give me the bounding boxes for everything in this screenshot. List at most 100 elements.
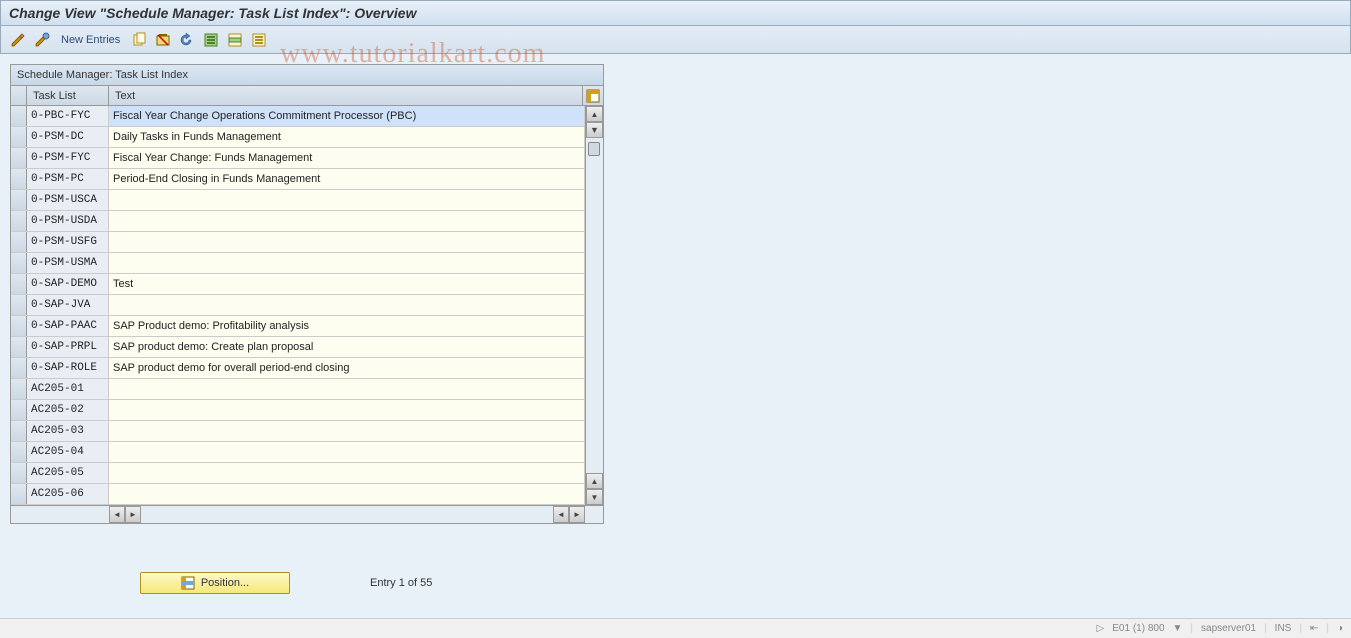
row-selector[interactable] [11, 253, 27, 273]
select-block-icon[interactable] [226, 31, 244, 49]
cell-text[interactable]: Period-End Closing in Funds Management [109, 169, 585, 189]
undo-change-icon[interactable] [178, 31, 196, 49]
row-selector[interactable] [11, 484, 27, 504]
column-header-tasklist[interactable]: Task List [27, 86, 109, 105]
row-selector[interactable] [11, 106, 27, 126]
cell-text[interactable]: Daily Tasks in Funds Management [109, 127, 585, 147]
row-selector[interactable] [11, 463, 27, 483]
cell-tasklist[interactable]: 0-PSM-USCA [27, 190, 109, 210]
cell-tasklist[interactable]: 0-SAP-DEMO [27, 274, 109, 294]
cell-text[interactable] [109, 211, 585, 231]
cell-tasklist[interactable]: 0-PSM-USFG [27, 232, 109, 252]
table-row: 0-SAP-PRPLSAP product demo: Create plan … [11, 337, 585, 358]
table-row: AC205-05 [11, 463, 585, 484]
delete-icon[interactable] [154, 31, 172, 49]
scroll-thumb[interactable] [588, 142, 600, 156]
status-bar: ▷ E01 (1) 800 ▼ | sapserver01 | INS | ⇤ … [0, 618, 1351, 638]
scroll-page-up-icon[interactable]: ▼ [586, 122, 603, 138]
cell-tasklist[interactable]: AC205-05 [27, 463, 109, 483]
position-button-label: Position... [201, 577, 249, 589]
status-local-layout-icon[interactable]: ◑ [1337, 623, 1343, 634]
scroll-right2-icon[interactable]: ► [569, 506, 585, 523]
cell-tasklist[interactable]: AC205-01 [27, 379, 109, 399]
cell-text[interactable] [109, 400, 585, 420]
toggle-display-change-icon[interactable] [9, 31, 27, 49]
row-selector[interactable] [11, 148, 27, 168]
row-selector[interactable] [11, 274, 27, 294]
copy-as-icon[interactable] [130, 31, 148, 49]
cell-tasklist[interactable]: 0-SAP-PAAC [27, 316, 109, 336]
cell-text[interactable]: SAP product demo for overall period-end … [109, 358, 585, 378]
scroll-right-icon[interactable]: ► [125, 506, 141, 523]
cell-tasklist[interactable]: 0-PSM-DC [27, 127, 109, 147]
cell-text[interactable] [109, 295, 585, 315]
row-selector[interactable] [11, 316, 27, 336]
status-system: E01 (1) 800 [1112, 623, 1164, 634]
status-dropdown-icon[interactable]: ▷ [1097, 623, 1105, 634]
row-selector[interactable] [11, 232, 27, 252]
table-title: Schedule Manager: Task List Index [11, 65, 603, 86]
cell-text[interactable]: Fiscal Year Change: Funds Management [109, 148, 585, 168]
table-row: 0-SAP-PAACSAP Product demo: Profitabilit… [11, 316, 585, 337]
scroll-up-icon[interactable]: ▲ [586, 106, 603, 122]
table-settings-icon[interactable] [583, 86, 603, 105]
cell-text[interactable] [109, 463, 585, 483]
status-nav-back-icon[interactable]: ⇤ [1310, 623, 1318, 634]
cell-tasklist[interactable]: 0-PSM-FYC [27, 148, 109, 168]
cell-tasklist[interactable]: 0-PSM-USDA [27, 211, 109, 231]
cell-tasklist[interactable]: 0-PSM-PC [27, 169, 109, 189]
new-entries-button[interactable]: New Entries [57, 34, 124, 46]
cell-tasklist[interactable]: 0-PBC-FYC [27, 106, 109, 126]
cell-text[interactable] [109, 442, 585, 462]
scroll-left2-icon[interactable]: ◄ [553, 506, 569, 523]
table-row: 0-PSM-PCPeriod-End Closing in Funds Mana… [11, 169, 585, 190]
row-selector[interactable] [11, 190, 27, 210]
cell-tasklist[interactable]: AC205-06 [27, 484, 109, 504]
row-selector[interactable] [11, 295, 27, 315]
cell-tasklist[interactable]: AC205-04 [27, 442, 109, 462]
row-selector[interactable] [11, 337, 27, 357]
row-selector[interactable] [11, 127, 27, 147]
title-bar: Change View "Schedule Manager: Task List… [0, 0, 1351, 26]
row-selector[interactable] [11, 211, 27, 231]
other-view-icon[interactable] [33, 31, 51, 49]
cell-tasklist[interactable]: 0-SAP-JVA [27, 295, 109, 315]
row-selector[interactable] [11, 400, 27, 420]
cell-tasklist[interactable]: AC205-03 [27, 421, 109, 441]
status-system-menu-icon[interactable]: ▼ [1173, 623, 1183, 634]
cell-text[interactable]: SAP product demo: Create plan proposal [109, 337, 585, 357]
cell-tasklist[interactable]: 0-SAP-PRPL [27, 337, 109, 357]
table-header: Task List Text [11, 86, 603, 106]
cell-text[interactable] [109, 232, 585, 252]
horizontal-scrollbar[interactable]: ◄ ► ◄ ► [11, 505, 603, 523]
cell-text[interactable]: Test [109, 274, 585, 294]
vertical-scrollbar[interactable]: ▲ ▼ ▲ ▼ [585, 106, 603, 505]
table-row: AC205-02 [11, 400, 585, 421]
row-selector[interactable] [11, 358, 27, 378]
cell-text[interactable] [109, 379, 585, 399]
row-selector[interactable] [11, 379, 27, 399]
select-all-icon[interactable] [202, 31, 220, 49]
table-row: 0-PBC-FYCFiscal Year Change Operations C… [11, 106, 585, 127]
cell-tasklist[interactable]: 0-PSM-USMA [27, 253, 109, 273]
row-selector[interactable] [11, 169, 27, 189]
scroll-left-icon[interactable]: ◄ [109, 506, 125, 523]
cell-tasklist[interactable]: 0-SAP-ROLE [27, 358, 109, 378]
table-control: Schedule Manager: Task List Index Task L… [10, 64, 604, 524]
cell-text[interactable] [109, 421, 585, 441]
cell-text[interactable]: Fiscal Year Change Operations Commitment… [109, 106, 585, 126]
scroll-down-icon[interactable]: ▼ [586, 489, 603, 505]
column-header-text[interactable]: Text [109, 86, 583, 105]
cell-tasklist[interactable]: AC205-02 [27, 400, 109, 420]
row-selector[interactable] [11, 442, 27, 462]
scroll-page-down-icon[interactable]: ▲ [586, 473, 603, 489]
table-row: AC205-03 [11, 421, 585, 442]
deselect-all-icon[interactable] [250, 31, 268, 49]
position-button[interactable]: Position... [140, 572, 290, 594]
cell-text[interactable]: SAP Product demo: Profitability analysis [109, 316, 585, 336]
cell-text[interactable] [109, 484, 585, 504]
row-selector[interactable] [11, 421, 27, 441]
cell-text[interactable] [109, 190, 585, 210]
cell-text[interactable] [109, 253, 585, 273]
table-row: 0-PSM-DCDaily Tasks in Funds Management [11, 127, 585, 148]
